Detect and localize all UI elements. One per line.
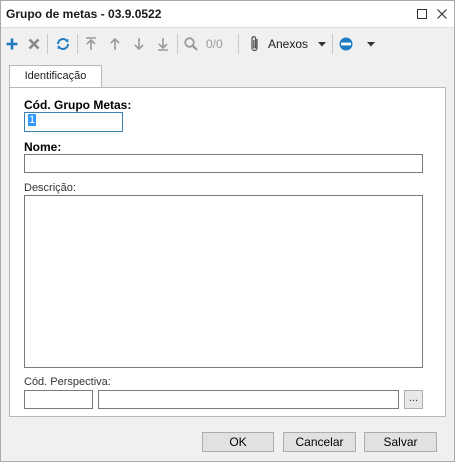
- toolbar: 0/0 Anexos: [1, 29, 454, 59]
- form-panel: Cód. Grupo Metas: 1 Nome: Descrição: Cód…: [9, 87, 446, 417]
- cancel-button[interactable]: Cancelar: [283, 432, 356, 452]
- toolbar-separator: [77, 34, 78, 54]
- cod-grupo-field[interactable]: 1: [24, 112, 123, 132]
- record-counter: 0/0: [206, 37, 223, 51]
- perspectiva-desc-field[interactable]: [98, 390, 399, 409]
- window-title: Grupo de metas - 03.9.0522: [6, 7, 162, 21]
- descricao-textarea[interactable]: [24, 195, 423, 368]
- tab-label: Identificação: [24, 70, 87, 82]
- delete-icon[interactable]: [25, 34, 43, 54]
- toolbar-separator: [47, 34, 48, 54]
- search-icon[interactable]: [182, 34, 200, 54]
- paperclip-icon[interactable]: [247, 34, 263, 54]
- nome-label: Nome:: [24, 140, 62, 154]
- toolbar-separator: [238, 34, 239, 54]
- cod-grupo-value: 1: [28, 114, 37, 126]
- tab-identificacao[interactable]: Identificação: [9, 65, 102, 88]
- toolbar-separator: [332, 34, 333, 54]
- perspectiva-label: Cód. Perspectiva:: [24, 376, 111, 388]
- refresh-icon[interactable]: [53, 34, 73, 54]
- chevron-down-icon[interactable]: [365, 34, 377, 54]
- status-disc-icon[interactable]: [337, 34, 355, 54]
- move-up-icon[interactable]: [106, 34, 124, 54]
- move-last-icon[interactable]: [154, 34, 172, 54]
- descricao-label: Descrição:: [24, 182, 76, 194]
- toolbar-separator: [177, 34, 178, 54]
- maximize-icon[interactable]: [413, 5, 431, 23]
- plus-icon[interactable]: [3, 34, 21, 54]
- perspectiva-lookup-button[interactable]: ...: [404, 390, 423, 409]
- anexos-button[interactable]: Anexos: [268, 37, 308, 51]
- move-down-icon[interactable]: [130, 34, 148, 54]
- nome-field[interactable]: [24, 154, 423, 173]
- ok-button[interactable]: OK: [202, 432, 274, 452]
- move-first-icon[interactable]: [82, 34, 100, 54]
- chevron-down-icon[interactable]: [316, 34, 328, 54]
- save-button[interactable]: Salvar: [364, 432, 437, 452]
- perspectiva-code-field[interactable]: [24, 390, 93, 409]
- close-icon[interactable]: [433, 5, 451, 23]
- title-bar: Grupo de metas - 03.9.0522: [1, 1, 454, 28]
- dialog-window: Grupo de metas - 03.9.0522 0/0 Anexos Id…: [0, 0, 455, 462]
- cod-grupo-label: Cód. Grupo Metas:: [24, 98, 132, 112]
